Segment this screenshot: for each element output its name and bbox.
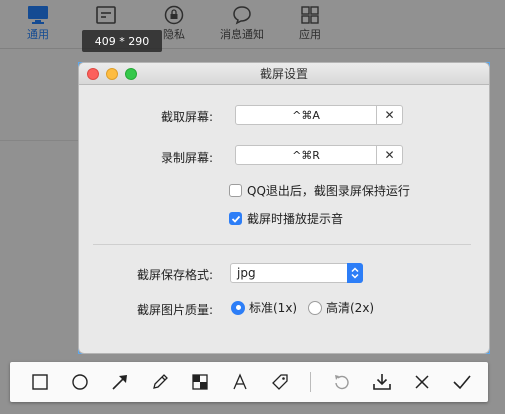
clear-record-shortcut-button[interactable]: ✕ [377,145,403,165]
chevron-updown-icon [347,263,363,283]
rectangle-tool-button[interactable] [28,370,52,394]
mosaic-tool-button[interactable] [188,370,212,394]
screenshot-toolbar [10,362,488,402]
tag-icon [272,374,288,390]
tag-tool-button[interactable] [268,370,292,394]
panel-icon [76,4,136,26]
record-shortcut-label: 录制屏幕: [160,151,213,165]
tab-general-label: 通用 [27,28,49,41]
close-window-button[interactable] [87,68,99,80]
play-sound-checkbox[interactable] [229,212,242,225]
tab-general: 通用 [8,4,68,42]
undo-icon [335,375,349,390]
close-icon: ✕ [384,148,395,162]
minimize-window-button[interactable] [106,68,118,80]
confirm-icon [453,375,471,390]
text-tool-button[interactable] [228,370,252,394]
lock-icon [144,4,204,26]
download-button[interactable] [370,370,394,394]
close-icon: ✕ [384,108,395,122]
quality-hd-label: 高清(2x) [326,301,375,315]
capture-shortcut-label: 截取屏幕: [160,110,213,124]
quality-label: 截屏图片质量: [136,303,213,317]
download-icon [373,374,391,390]
pen-icon [153,374,168,389]
background-toolbar: 通用 隐私 消息通知 应用 [0,0,505,48]
tab-apps: 应用 [280,4,340,42]
record-shortcut-field[interactable]: ^⌘R [235,145,377,165]
quality-standard-label: 标准(1x) [249,301,298,315]
quality-standard-radio[interactable] [231,300,245,315]
keep-running-option[interactable]: QQ退出后，截图录屏保持运行 [229,182,410,199]
tab-notifications-label: 消息通知 [220,28,264,41]
quality-option-standard[interactable]: 标准(1x) [231,299,297,316]
undo-button[interactable] [330,370,354,394]
keep-running-label: QQ退出后，截图录屏保持运行 [247,184,410,198]
window-controls [87,68,137,80]
chat-bubble-icon [212,4,272,26]
toolbar-divider [310,372,311,392]
arrow-icon [112,375,127,390]
divider [0,48,505,49]
screenshot-settings-dialog: 截屏设置 截取屏幕: ^⌘A ✕ 录制屏幕: ^⌘R ✕ QQ退出后，截图录屏保… [79,63,489,353]
tab-panel [76,4,136,26]
section-divider [93,244,471,245]
dialog-titlebar: 截屏设置 [79,63,489,85]
play-sound-label: 截屏时播放提示音 [247,212,344,226]
divider [0,140,80,141]
tab-apps-label: 应用 [299,28,321,41]
quality-option-hd[interactable]: 高清(2x) [308,299,374,316]
tab-notifications: 消息通知 [212,4,272,42]
checkmark-icon [231,215,240,223]
format-select-value: jpg [237,266,256,280]
text-icon [233,373,247,390]
cancel-button[interactable] [410,370,434,394]
arrow-tool-button[interactable] [108,370,132,394]
quality-hd-radio[interactable] [308,300,322,315]
dialog-title: 截屏设置 [259,67,308,81]
capture-selection-region[interactable]: 截屏设置 截取屏幕: ^⌘A ✕ 录制屏幕: ^⌘R ✕ QQ退出后，截图录屏保… [78,62,490,354]
cancel-icon [415,375,429,389]
pen-tool-button[interactable] [148,370,172,394]
ellipse-tool-button[interactable] [68,370,92,394]
mosaic-icon [192,374,208,390]
format-label: 截屏保存格式: [136,268,213,282]
selection-size-indicator: 409 * 290 [82,30,162,52]
format-select[interactable]: jpg [230,263,363,283]
rectangle-icon [32,374,48,390]
grid-icon [280,4,340,26]
monitor-icon [8,4,68,26]
capture-shortcut-field[interactable]: ^⌘A [235,105,377,125]
clear-capture-shortcut-button[interactable]: ✕ [377,105,403,125]
zoom-window-button[interactable] [125,68,137,80]
ellipse-icon [72,374,88,390]
keep-running-checkbox[interactable] [229,184,242,197]
confirm-button[interactable] [450,370,474,394]
play-sound-option[interactable]: 截屏时播放提示音 [229,210,343,227]
